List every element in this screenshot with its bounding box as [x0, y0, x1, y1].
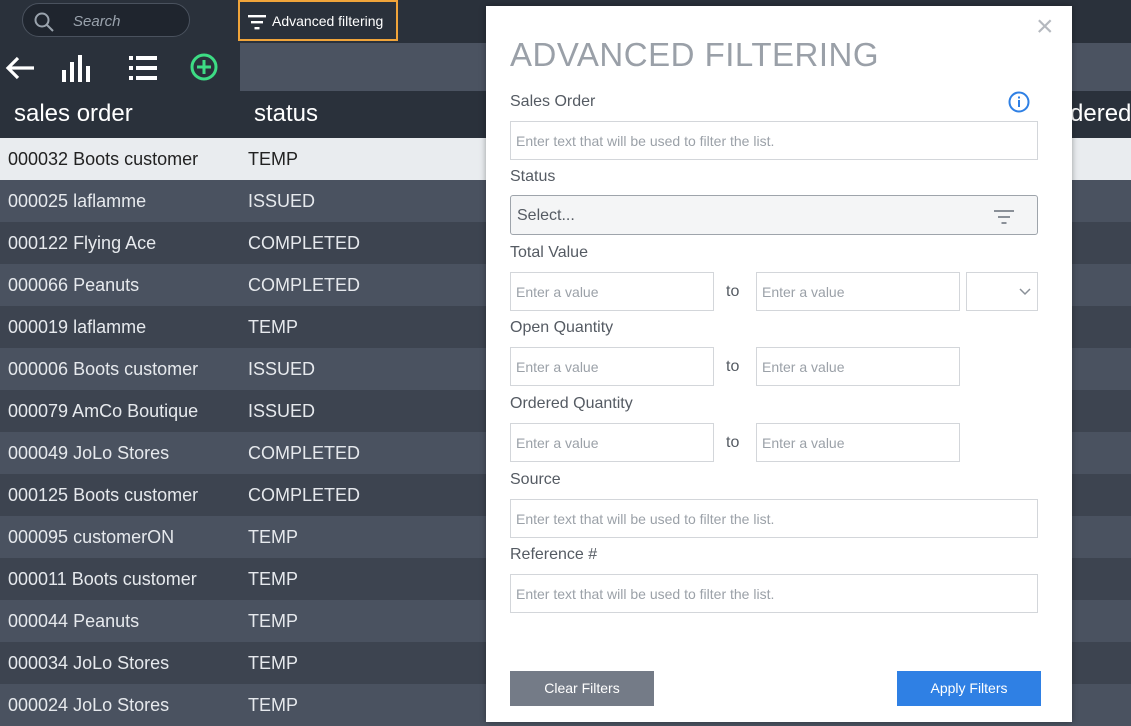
order-cell: 000122 Flying Ace — [8, 233, 157, 253]
currency-dropdown[interactable] — [966, 272, 1038, 311]
order-cell: 000011 Boots customer — [8, 569, 197, 589]
total-value-min-placeholder: Enter a value — [516, 284, 599, 300]
order-cell: 000025 laflamme — [8, 191, 147, 211]
ordered-quantity-min-input[interactable]: Enter a value — [510, 423, 714, 462]
total-value-label: Total Value — [510, 244, 588, 261]
order-cell: 000066 Peanuts — [8, 275, 140, 295]
order-cell: 000019 laflamme — [8, 317, 147, 337]
status-cell: TEMP — [248, 653, 299, 673]
toolbar — [0, 43, 240, 91]
ordered-quantity-max-input[interactable]: Enter a value — [756, 423, 960, 462]
source-input[interactable]: Enter text that will be used to filter t… — [510, 499, 1038, 538]
status-cell: ISSUED — [248, 401, 316, 421]
column-header-status[interactable]: status — [254, 100, 318, 128]
sales-order-placeholder: Enter text that will be used to filter t… — [516, 133, 775, 149]
dialog-title: ADVANCED FILTERING — [510, 36, 879, 73]
status-select[interactable]: Select... — [510, 195, 1038, 235]
open-quantity-min-input[interactable]: Enter a value — [510, 347, 714, 386]
order-cell: 000024 JoLo Stores — [8, 695, 170, 715]
order-cell: 000095 customerON — [8, 527, 175, 547]
status-cell: COMPLETED — [248, 443, 361, 463]
order-cell: 000049 JoLo Stores — [8, 443, 170, 463]
search-input[interactable]: Search — [22, 3, 190, 37]
status-select-value: Select... — [517, 207, 575, 224]
status-cell: TEMP — [248, 569, 299, 589]
info-icon[interactable] — [1008, 91, 1030, 113]
sales-order-label: Sales Order — [510, 93, 596, 110]
advanced-filtering-button[interactable]: Advanced filtering — [238, 0, 398, 41]
reference-placeholder: Enter text that will be used to filter t… — [516, 586, 775, 602]
close-icon[interactable]: × — [1036, 12, 1054, 42]
order-cell: 000006 Boots customer — [8, 359, 199, 379]
back-arrow-icon[interactable] — [4, 52, 36, 84]
total-value-to-label: to — [726, 283, 740, 300]
status-cell: COMPLETED — [248, 485, 361, 505]
status-cell: COMPLETED — [248, 275, 361, 295]
status-cell: TEMP — [248, 317, 299, 337]
advanced-filtering-dialog: ADVANCED FILTERING × Sales Order Enter t… — [486, 6, 1072, 722]
filter-icon — [248, 15, 266, 30]
ordered-quantity-label: Ordered Quantity — [510, 395, 633, 412]
filter-icon — [994, 210, 1014, 224]
order-cell: 000079 AmCo Boutique — [8, 401, 199, 421]
advanced-filtering-label: Advanced filtering — [272, 13, 384, 29]
source-label: Source — [510, 471, 561, 488]
status-label: Status — [510, 168, 556, 185]
status-cell: TEMP — [248, 527, 299, 547]
ordered-quantity-max-placeholder: Enter a value — [762, 435, 845, 451]
open-quantity-max-placeholder: Enter a value — [762, 359, 845, 375]
open-quantity-label: Open Quantity — [510, 319, 614, 336]
status-cell: TEMP — [248, 611, 299, 631]
sales-order-input[interactable]: Enter text that will be used to filter t… — [510, 121, 1038, 160]
open-quantity-max-input[interactable]: Enter a value — [756, 347, 960, 386]
status-cell: TEMP — [248, 149, 299, 169]
order-cell: 000032 Boots customer — [8, 149, 199, 169]
source-placeholder: Enter text that will be used to filter t… — [516, 511, 775, 527]
total-value-max-placeholder: Enter a value — [762, 284, 845, 300]
total-value-min-input[interactable]: Enter a value — [510, 272, 714, 311]
open-quantity-to-label: to — [726, 358, 740, 375]
ordered-quantity-to-label: to — [726, 434, 740, 451]
reference-input[interactable]: Enter text that will be used to filter t… — [510, 574, 1038, 613]
order-cell: 000044 Peanuts — [8, 611, 140, 631]
column-header-sales-order[interactable]: sales order — [14, 100, 133, 128]
status-cell: TEMP — [248, 695, 299, 715]
total-value-max-input[interactable]: Enter a value — [756, 272, 960, 311]
search-placeholder: Search — [73, 13, 121, 30]
reference-label: Reference # — [510, 546, 598, 563]
list-icon[interactable] — [127, 52, 159, 84]
add-circle-icon[interactable] — [189, 52, 221, 84]
status-cell: ISSUED — [248, 191, 316, 211]
search-icon — [34, 12, 54, 32]
order-cell: 000034 JoLo Stores — [8, 653, 170, 673]
status-cell: COMPLETED — [248, 233, 361, 253]
ordered-quantity-min-placeholder: Enter a value — [516, 435, 599, 451]
clear-filters-button[interactable]: Clear Filters — [510, 671, 654, 706]
bar-chart-icon[interactable] — [61, 52, 93, 84]
order-cell: 000125 Boots customer — [8, 485, 199, 505]
chevron-down-icon — [1019, 288, 1031, 296]
status-cell: ISSUED — [248, 359, 316, 379]
column-header-ordered[interactable]: dered — [1070, 100, 1131, 128]
apply-filters-button[interactable]: Apply Filters — [897, 671, 1041, 706]
open-quantity-min-placeholder: Enter a value — [516, 359, 599, 375]
